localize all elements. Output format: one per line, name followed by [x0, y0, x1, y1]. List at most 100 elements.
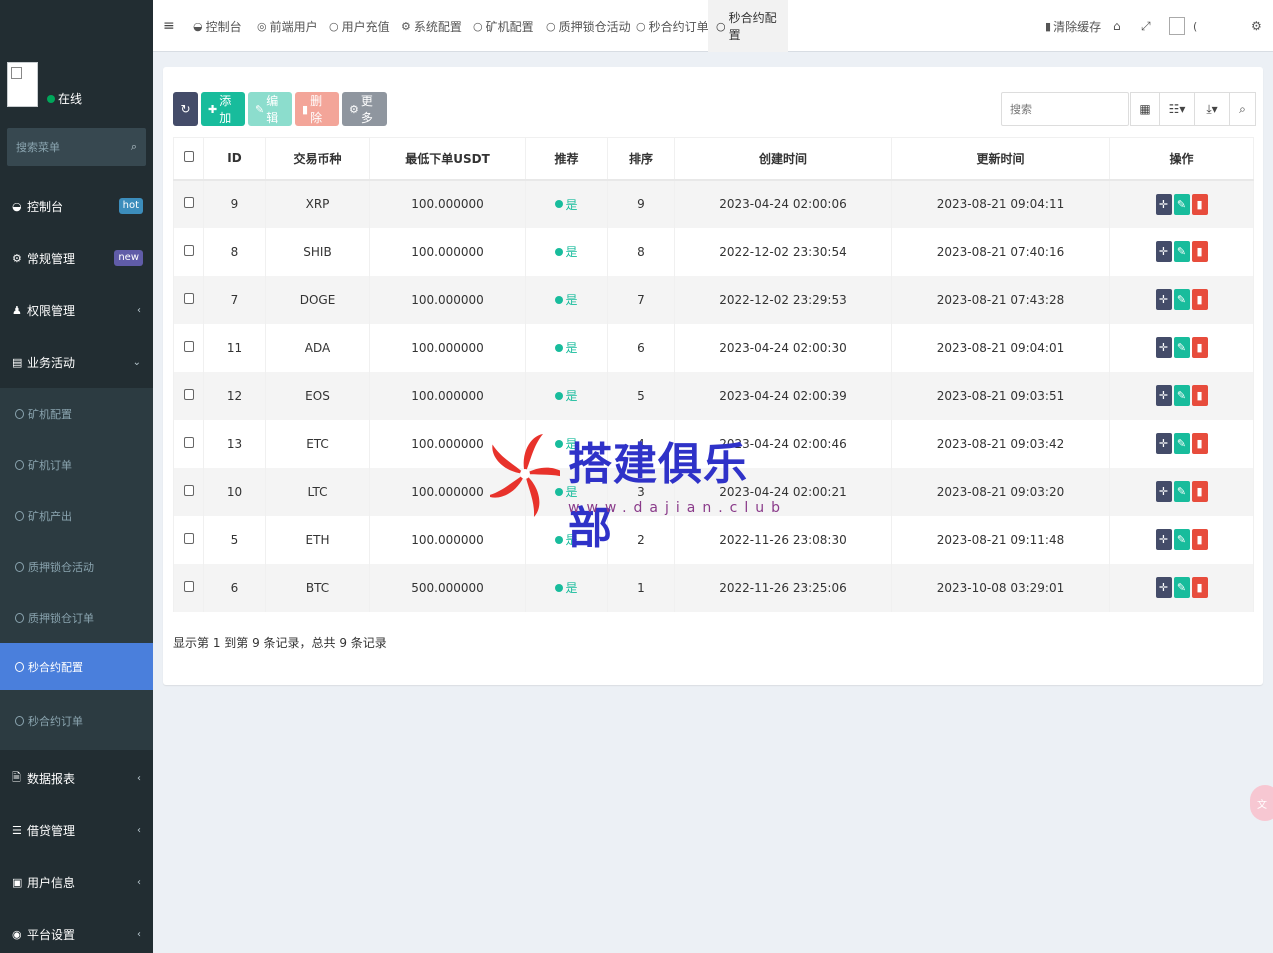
drag-sort-icon[interactable]: ✛ [1155, 193, 1172, 215]
recommend-status[interactable]: 是 [555, 243, 578, 260]
tab-contract-config[interactable]: ○ 秒合约配置 [708, 0, 788, 52]
drag-sort-icon[interactable]: ✛ [1155, 289, 1172, 310]
table-row[interactable]: 11 ADA 100.000000 是 6 2023-04-24 02:00:30 2023… [173, 323, 1254, 372]
toggle-card-view-button[interactable]: ▦ [1130, 92, 1160, 126]
table-row[interactable]: 6 BTC 500.000000 是 1 2022-11-26 23:25:06 2023-… [173, 563, 1254, 612]
columns-button[interactable]: ☷▾ [1159, 92, 1195, 126]
sidebar-subitem-contract-config[interactable]: 秒合约配置 [0, 643, 153, 690]
menu-toggle-icon[interactable]: ≡ [163, 18, 175, 34]
row-checkbox[interactable] [183, 580, 194, 592]
recommend-status[interactable]: 是 [555, 387, 578, 404]
drag-sort-icon[interactable]: ✛ [1155, 433, 1172, 454]
drag-sort-icon[interactable]: ✛ [1155, 481, 1172, 502]
delete-button[interactable]: ▮ 删除 [295, 92, 339, 126]
table-row[interactable]: 9 XRP 100.000000 是 9 2023-04-24 02:00:06 2023-… [173, 179, 1254, 228]
select-all-cell[interactable] [173, 137, 204, 181]
delete-row-icon[interactable]: ▮ [1191, 385, 1208, 406]
row-select-cell[interactable] [173, 323, 204, 372]
tab-contract-order[interactable]: ○ 秒合约订单 [628, 0, 717, 52]
delete-row-icon[interactable]: ▮ [1191, 481, 1208, 502]
edit-row-icon[interactable]: ✎ [1173, 433, 1190, 454]
table-search-field[interactable] [1001, 92, 1129, 126]
edit-row-icon[interactable]: ✎ [1173, 241, 1190, 262]
row-checkbox[interactable] [183, 484, 194, 496]
column-header[interactable]: 最低下单USDT [369, 137, 526, 181]
table-search-input[interactable] [1010, 102, 1120, 116]
sidebar-item-loans[interactable]: ☰ 借贷管理 ‹ [0, 804, 153, 856]
settings-icon[interactable]: ⚙ [1251, 0, 1262, 52]
sidebar-item-dashboard[interactable]: ◒ 控制台 hot [0, 180, 153, 232]
recommend-status[interactable]: 是 [555, 291, 578, 308]
table-row[interactable]: 7 DOGE 100.000000 是 7 2022-12-02 23:29:53 2023… [173, 275, 1254, 324]
sidebar-item-reports[interactable]: 🗎 数据报表 ‹ [0, 752, 153, 804]
edit-row-icon[interactable]: ✎ [1173, 481, 1190, 502]
delete-row-icon[interactable]: ▮ [1191, 577, 1208, 598]
delete-row-icon[interactable]: ▮ [1191, 193, 1208, 215]
drag-sort-icon[interactable]: ✛ [1155, 337, 1172, 358]
row-select-cell[interactable] [173, 371, 204, 420]
clear-cache-button[interactable]: ▮ 清除缓存 [1045, 0, 1101, 52]
row-checkbox[interactable] [183, 532, 194, 544]
edit-row-icon[interactable]: ✎ [1173, 577, 1190, 598]
add-button[interactable]: ✚ 添加 [201, 92, 245, 126]
drag-sort-icon[interactable]: ✛ [1155, 385, 1172, 406]
delete-row-icon[interactable]: ▮ [1191, 529, 1208, 550]
column-header[interactable]: 推荐 [525, 137, 608, 181]
tab-miner-config[interactable]: ○ 矿机配置 [465, 0, 542, 52]
row-select-cell[interactable] [173, 419, 204, 468]
drag-sort-icon[interactable]: ✛ [1155, 241, 1172, 262]
sidebar-item-platform[interactable]: ◉ 平台设置 ‹ [0, 908, 153, 953]
row-checkbox[interactable] [183, 436, 194, 448]
delete-row-icon[interactable]: ▮ [1191, 433, 1208, 454]
sidebar-item-users[interactable]: ▣ 用户信息 ‹ [0, 856, 153, 908]
tab-system-config[interactable]: ⚙ 系统配置 [393, 0, 470, 52]
row-select-cell[interactable] [173, 275, 204, 324]
delete-row-icon[interactable]: ▮ [1191, 289, 1208, 310]
tab-dashboard[interactable]: ◒ 控制台 [185, 0, 250, 52]
row-checkbox[interactable] [183, 388, 194, 400]
column-header[interactable]: 交易币种 [265, 137, 370, 181]
sidebar-search-input[interactable]: 搜索菜单 ⌕ [7, 128, 146, 166]
edit-row-icon[interactable]: ✎ [1173, 193, 1190, 215]
recommend-status[interactable]: 是 [555, 579, 578, 596]
recommend-status[interactable]: 是 [555, 196, 578, 213]
column-header[interactable]: 更新时间 [891, 137, 1110, 181]
column-header[interactable]: 创建时间 [674, 137, 892, 181]
row-select-cell[interactable] [173, 179, 204, 228]
delete-row-icon[interactable]: ▮ [1191, 241, 1208, 262]
sidebar-subitem-miner-config[interactable]: 矿机配置 [0, 388, 153, 439]
edit-button[interactable]: ✎ 编辑 [248, 92, 292, 126]
home-icon[interactable]: ⌂ [1113, 0, 1121, 52]
more-button[interactable]: ⚙ 更多 [342, 92, 387, 126]
row-checkbox[interactable] [183, 197, 194, 208]
search-toggle-button[interactable]: ⌕ [1229, 92, 1256, 126]
sidebar-subitem-contract-order[interactable]: 秒合约订单 [0, 695, 153, 746]
sidebar-subitem-staking-order[interactable]: 质押锁仓订单 [0, 592, 153, 643]
sidebar-subitem-miner-order[interactable]: 矿机订单 [0, 439, 153, 490]
delete-row-icon[interactable]: ▮ [1191, 337, 1208, 358]
avatar[interactable] [7, 62, 38, 107]
drag-sort-icon[interactable]: ✛ [1155, 577, 1172, 598]
edit-row-icon[interactable]: ✎ [1173, 385, 1190, 406]
recommend-status[interactable]: 是 [555, 339, 578, 356]
row-checkbox[interactable] [183, 292, 194, 304]
user-menu[interactable]: ( [1169, 0, 1197, 52]
row-select-cell[interactable] [173, 515, 204, 564]
sidebar-subitem-miner-output[interactable]: 矿机产出 [0, 490, 153, 541]
sidebar-item-permission[interactable]: ♟ 权限管理 ‹ [0, 284, 153, 336]
tab-frontend-users[interactable]: ◎ 前端用户 [249, 0, 326, 52]
row-checkbox[interactable] [183, 340, 194, 352]
export-button[interactable]: ⤓▾ [1194, 92, 1230, 126]
edit-row-icon[interactable]: ✎ [1173, 529, 1190, 550]
sidebar-item-business[interactable]: ▤ 业务活动 ⌄ [0, 336, 153, 388]
column-header[interactable]: ID [203, 137, 266, 181]
edit-row-icon[interactable]: ✎ [1173, 337, 1190, 358]
fullscreen-icon[interactable]: ⤢ [1141, 0, 1151, 52]
table-row[interactable]: 12 EOS 100.000000 是 5 2023-04-24 02:00:39 2023… [173, 371, 1254, 420]
column-header[interactable]: 排序 [607, 137, 675, 181]
tab-staking-activity[interactable]: ○ 质押锁仓活动 [538, 0, 639, 52]
refresh-button[interactable]: ↻ [173, 92, 198, 126]
translate-float-icon[interactable]: 文 [1250, 785, 1273, 821]
tab-user-recharge[interactable]: ○ 用户充值 [321, 0, 398, 52]
select-all-checkbox[interactable] [183, 151, 194, 163]
